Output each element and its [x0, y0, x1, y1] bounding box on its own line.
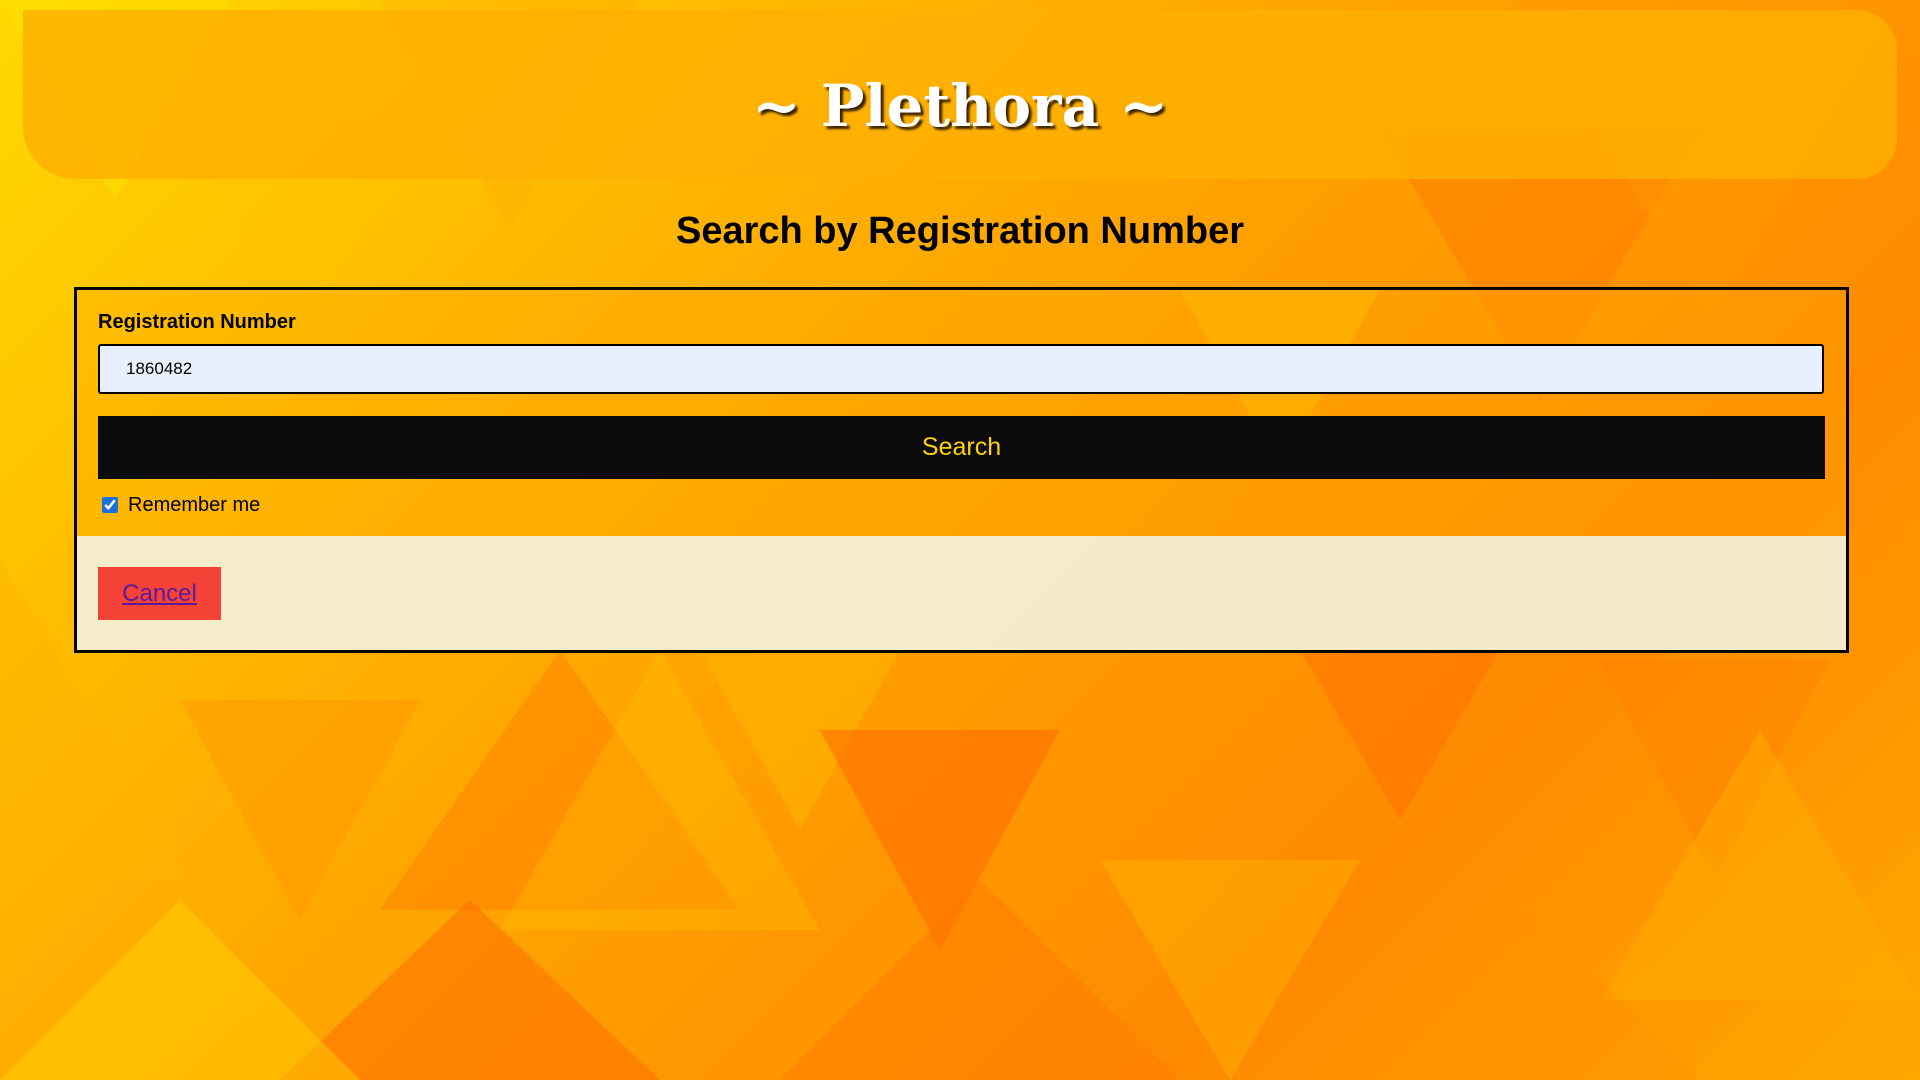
- page-title: Search by Registration Number: [675, 210, 1245, 252]
- search-button[interactable]: Search: [98, 416, 1825, 479]
- form-footer: Cancel: [77, 536, 1846, 650]
- remember-me-checkbox[interactable]: [102, 497, 118, 513]
- remember-me-label[interactable]: Remember me: [128, 494, 260, 517]
- registration-number-label: Registration Number: [98, 311, 296, 333]
- search-form-panel: Registration Number Search Remember me C…: [74, 287, 1849, 653]
- cancel-button[interactable]: Cancel: [98, 567, 221, 620]
- registration-number-input[interactable]: [98, 344, 1824, 394]
- site-header: ~ Plethora ~: [23, 10, 1897, 179]
- site-title: ~ Plethora ~: [752, 72, 1168, 140]
- remember-me-row: Remember me: [102, 491, 260, 519]
